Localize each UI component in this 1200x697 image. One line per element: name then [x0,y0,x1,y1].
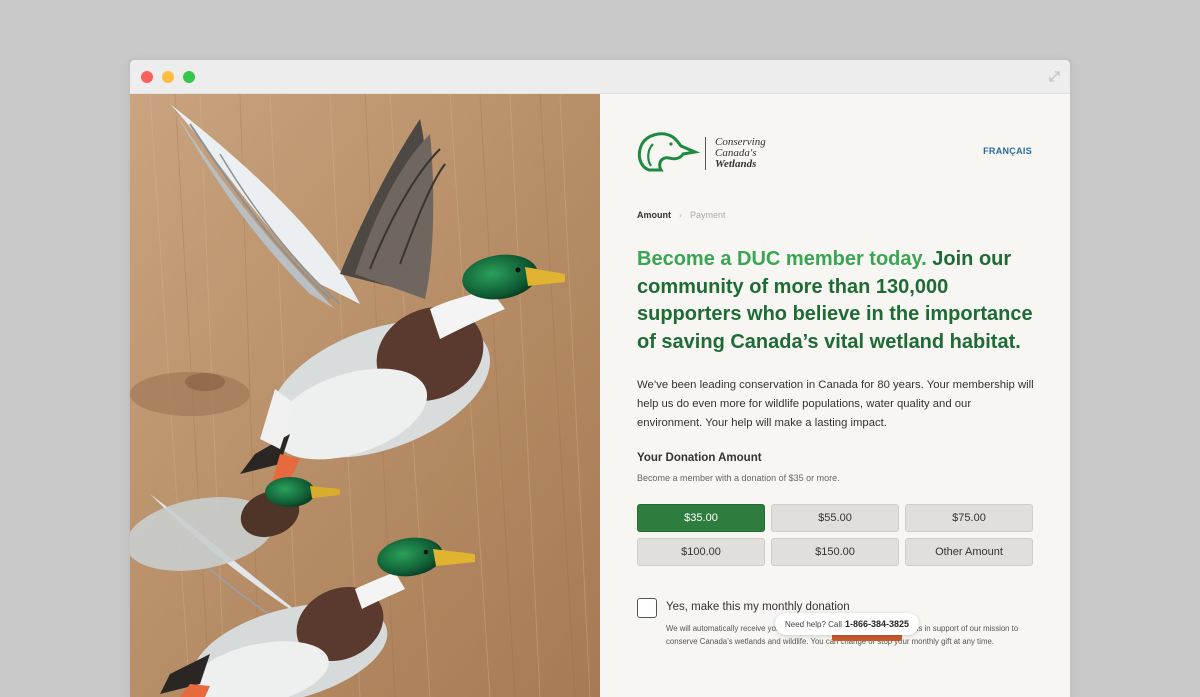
hero-photo-ducks [130,94,600,697]
zoom-window-button[interactable] [183,71,195,83]
amount-option-55[interactable]: $55.00 [771,504,899,532]
amount-option-other[interactable]: Other Amount [905,538,1033,566]
chevron-right-icon: › [679,210,682,220]
donation-amount-title: Your Donation Amount [637,452,762,464]
language-toggle-link[interactable]: FRANÇAIS [983,146,1032,156]
logo-line-3: Wetlands [715,158,757,170]
donation-amount-options: $35.00 $55.00 $75.00 $100.00 $150.00 Oth… [637,504,1033,566]
logo-wordmark: Conserving Canada's Wetlands [715,137,766,170]
logo-divider [705,137,706,170]
close-window-button[interactable] [141,71,153,83]
breadcrumb-step-payment: Payment [690,210,726,220]
amount-option-100[interactable]: $100.00 [637,538,765,566]
breadcrumb-step-amount: Amount [637,210,671,220]
donation-amount-subtitle: Become a member with a donation of $35 o… [637,473,840,483]
help-prefix: Need help? Call [785,619,842,629]
page-headline: Become a DUC member today. Join our comm… [637,246,1037,356]
browser-window: Conserving Canada's Wetlands FRANÇAIS Am… [130,60,1070,697]
amount-option-75[interactable]: $75.00 [905,504,1033,532]
expand-icon[interactable] [1049,71,1060,82]
breadcrumb: Amount › Payment [637,210,726,220]
amount-option-150[interactable]: $150.00 [771,538,899,566]
minimize-window-button[interactable] [162,71,174,83]
intro-paragraph: We’ve been leading conservation in Canad… [637,379,1034,429]
help-phone-number[interactable]: 1-866-384-3825 [845,619,909,629]
headline-highlight: Become a DUC member today. [637,248,927,270]
window-titlebar [130,60,1070,94]
amount-option-35[interactable]: $35.00 [637,504,765,532]
monthly-donation-checkbox[interactable] [637,598,657,618]
help-call-badge[interactable]: Need help? Call 1-866-384-3825 [775,613,919,635]
monthly-donation-label[interactable]: Yes, make this my monthly donation [666,601,850,613]
donation-panel: Conserving Canada's Wetlands FRANÇAIS Am… [600,94,1070,697]
